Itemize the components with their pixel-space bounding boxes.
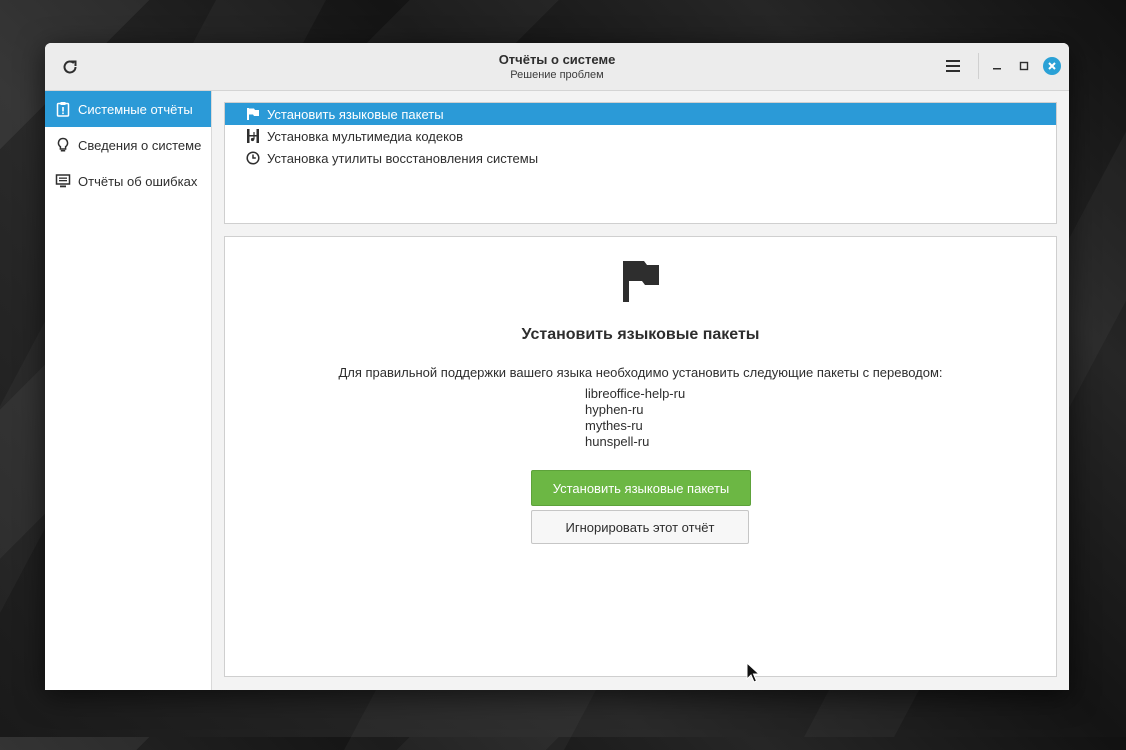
package-list: libreoffice-help-ru hyphen-ru mythes-ru … — [585, 386, 685, 450]
app-window: Отчёты о системе Решение проблем Системн… — [45, 43, 1069, 690]
window-subtitle: Решение проблем — [510, 69, 604, 81]
maximize-icon — [1019, 61, 1029, 71]
sidebar-item-error-reports[interactable]: Отчёты об ошибках — [45, 163, 211, 199]
film-music-icon — [245, 128, 261, 144]
clipboard-alert-icon — [55, 101, 71, 117]
flag-icon — [245, 106, 261, 122]
minimize-icon — [993, 68, 1001, 70]
package-item: hyphen-ru — [585, 402, 644, 417]
mouse-cursor-icon — [746, 662, 761, 683]
lightbulb-icon — [55, 137, 71, 153]
list-item-label: Установка мультимедиа кодеков — [267, 128, 464, 144]
package-item: hunspell-ru — [585, 434, 650, 449]
close-button[interactable] — [1042, 56, 1062, 76]
list-item-label: Установка утилиты восстановления системы — [267, 150, 539, 166]
hamburger-menu-icon — [946, 60, 960, 72]
package-item: libreoffice-help-ru — [585, 386, 686, 401]
sidebar-item-label: Сведения о системе — [78, 137, 202, 153]
titlebar: Отчёты о системе Решение проблем — [45, 43, 1069, 91]
ignore-report-button[interactable]: Игнорировать этот отчёт — [531, 510, 749, 544]
list-item[interactable]: Установка мультимедиа кодеков — [225, 125, 1056, 147]
reports-list: Установить языковые пакеты Установка мул… — [224, 102, 1057, 224]
list-item[interactable]: Установить языковые пакеты — [225, 103, 1056, 125]
list-item-label: Установить языковые пакеты — [267, 106, 444, 122]
sidebar: Системные отчёты Сведения о системе Отчё… — [45, 91, 212, 690]
sidebar-item-system-reports[interactable]: Системные отчёты — [45, 91, 211, 127]
window-title: Отчёты о системе — [498, 52, 616, 67]
maximize-button[interactable] — [1014, 56, 1034, 76]
sidebar-item-system-info[interactable]: Сведения о системе — [45, 127, 211, 163]
flag-icon — [623, 261, 659, 302]
wallpaper-stripe — [344, 690, 596, 750]
menu-button[interactable] — [941, 54, 965, 78]
close-icon — [1043, 57, 1061, 75]
package-item: mythes-ru — [585, 418, 643, 433]
install-language-packs-button[interactable]: Установить языковые пакеты — [531, 470, 751, 506]
report-title: Установить языковые пакеты — [521, 326, 760, 343]
sidebar-item-label: Отчёты об ошибках — [78, 173, 198, 189]
minimize-button[interactable] — [987, 56, 1007, 76]
titlebar-separator — [978, 53, 979, 79]
sidebar-item-label: Системные отчёты — [78, 101, 193, 117]
list-item[interactable]: Установка утилиты восстановления системы — [225, 147, 1056, 169]
monitor-icon — [55, 173, 71, 189]
report-description: Для правильной поддержки вашего языка не… — [338, 365, 943, 380]
clock-icon — [245, 150, 261, 166]
report-detail: Установить языковые пакеты Для правильно… — [224, 236, 1057, 677]
main-panel: Установить языковые пакеты Установка мул… — [212, 91, 1069, 690]
